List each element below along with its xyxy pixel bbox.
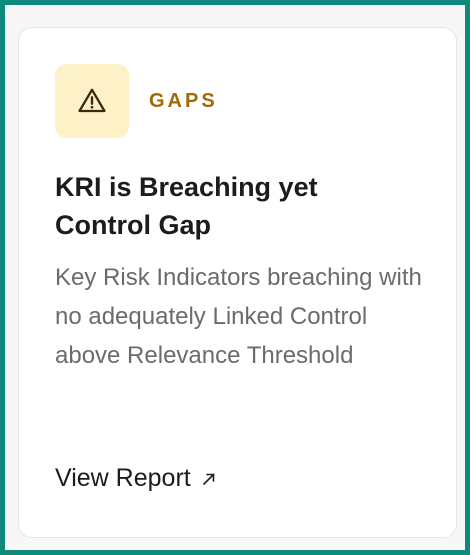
arrow-up-right-icon [201,471,217,487]
card-frame: GAPS KRI is Breaching yet Control Gap Ke… [0,0,470,555]
warning-triangle-icon [77,86,107,116]
insight-card: GAPS KRI is Breaching yet Control Gap Ke… [18,27,457,538]
view-report-label: View Report [55,464,191,492]
icon-tile [55,64,129,138]
view-report-link[interactable]: View Report [55,464,217,493]
card-title: KRI is Breaching yet Control Gap [55,172,318,240]
category-label: GAPS [149,89,218,112]
card-description: Key Risk Indicators breaching with no ad… [55,264,422,369]
card-header: GAPS [55,64,424,138]
